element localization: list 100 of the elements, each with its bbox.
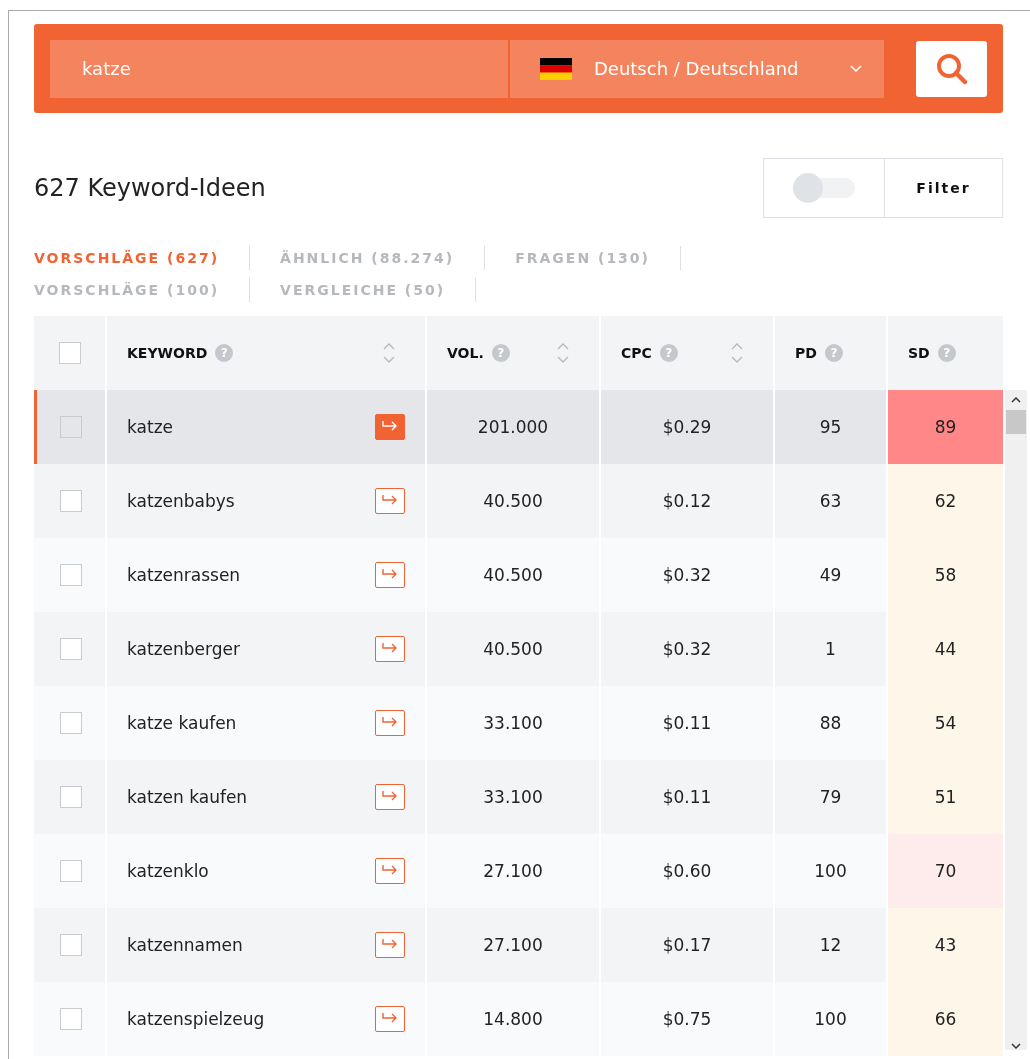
scrollbar[interactable] xyxy=(1005,390,1027,1050)
pd-text: 100 xyxy=(814,1009,847,1029)
table-row[interactable]: katzenklo 27.100 $0.60 100 70 xyxy=(34,834,1003,908)
sort-icon[interactable] xyxy=(557,342,569,364)
scroll-up-icon[interactable] xyxy=(1011,396,1021,404)
volume-text: 27.100 xyxy=(483,935,543,955)
row-checkbox[interactable] xyxy=(60,416,82,438)
keyword-text: katzenklo xyxy=(127,861,209,881)
open-keyword-button[interactable] xyxy=(375,932,405,958)
column-header: VOL. xyxy=(447,345,484,361)
sd-score-cell: 89 xyxy=(888,390,1003,464)
keyword-text: katze xyxy=(127,417,173,437)
open-keyword-button[interactable] xyxy=(375,636,405,662)
volume-text: 14.800 xyxy=(483,1009,543,1029)
table-row[interactable]: katze 201.000 $0.29 95 89 xyxy=(34,390,1003,464)
sd-score-cell: 51 xyxy=(888,760,1003,834)
tab[interactable]: VORSCHLÄGE (627) xyxy=(34,246,251,270)
keyword-input[interactable]: katze xyxy=(50,39,508,98)
help-icon[interactable]: ? xyxy=(659,344,678,362)
pd-text: 12 xyxy=(819,935,842,955)
table-row[interactable]: katzen kaufen 33.100 $0.11 79 51 xyxy=(34,760,1003,834)
sd-score-cell: 58 xyxy=(888,538,1003,612)
cpc-text: $0.12 xyxy=(662,491,712,511)
row-checkbox[interactable] xyxy=(60,490,82,512)
open-keyword-button[interactable] xyxy=(375,1006,405,1032)
open-keyword-button[interactable] xyxy=(375,562,405,588)
cpc-text: $0.60 xyxy=(662,861,712,881)
scrollbar-thumb[interactable] xyxy=(1006,410,1026,434)
tab[interactable]: ÄHNLICH (88.274) xyxy=(280,246,486,270)
table-row[interactable]: katzenspielzeug 14.800 $0.75 100 66 xyxy=(34,982,1003,1056)
row-checkbox[interactable] xyxy=(60,638,82,660)
pd-text: 1 xyxy=(825,639,836,659)
language-select[interactable]: Deutsch / Deutschland xyxy=(509,39,885,98)
volume-text: 33.100 xyxy=(483,713,543,733)
row-checkbox[interactable] xyxy=(60,1008,82,1030)
cpc-text: $0.29 xyxy=(662,417,712,437)
table-row[interactable]: katzennamen 27.100 $0.17 12 43 xyxy=(34,908,1003,982)
volume-text: 40.500 xyxy=(483,639,543,659)
volume-text: 33.100 xyxy=(483,787,543,807)
tab[interactable]: VERGLEICHE (50) xyxy=(280,278,477,302)
row-checkbox[interactable] xyxy=(60,564,82,586)
cpc-text: $0.11 xyxy=(662,713,712,733)
cpc-text: $0.32 xyxy=(662,565,712,585)
keyword-text: katzennamen xyxy=(127,935,243,955)
filter-toggle[interactable] xyxy=(793,173,855,203)
pd-text: 49 xyxy=(819,565,842,585)
select-all-checkbox[interactable] xyxy=(58,342,81,364)
cpc-text: $0.11 xyxy=(662,787,712,807)
tab[interactable]: VORSCHLÄGE (100) xyxy=(34,278,251,302)
keyword-text: katze kaufen xyxy=(127,713,237,733)
sd-score-cell: 44 xyxy=(888,612,1003,686)
keyword-text: katzenbabys xyxy=(127,491,235,511)
volume-text: 27.100 xyxy=(483,861,543,881)
cpc-text: $0.75 xyxy=(662,1009,712,1029)
keyword-text: katzenberger xyxy=(127,639,240,659)
sd-score-cell: 54 xyxy=(888,686,1003,760)
table-row[interactable]: katzenberger 40.500 $0.32 1 44 xyxy=(34,612,1003,686)
results-title: 627 Keyword-Ideen xyxy=(34,174,266,202)
flag-icon xyxy=(539,57,572,80)
scroll-down-icon[interactable] xyxy=(1011,1042,1021,1050)
cpc-text: $0.32 xyxy=(662,639,712,659)
table-row[interactable]: katze kaufen 33.100 $0.11 88 54 xyxy=(34,686,1003,760)
pd-text: 100 xyxy=(814,861,847,881)
cpc-text: $0.17 xyxy=(662,935,712,955)
pd-text: 88 xyxy=(819,713,842,733)
open-keyword-button[interactable] xyxy=(375,488,405,514)
keyword-text: katzen kaufen xyxy=(127,787,248,807)
row-checkbox[interactable] xyxy=(60,934,82,956)
sd-score-cell: 66 xyxy=(888,982,1003,1056)
open-keyword-button[interactable] xyxy=(375,784,405,810)
sd-score-cell: 62 xyxy=(888,464,1003,538)
volume-text: 40.500 xyxy=(483,491,543,511)
row-checkbox[interactable] xyxy=(60,786,82,808)
sort-icon[interactable] xyxy=(731,342,743,364)
help-icon[interactable]: ? xyxy=(937,344,956,362)
pd-text: 63 xyxy=(819,491,842,511)
pd-text: 95 xyxy=(819,417,842,437)
table-row[interactable]: katzenbabys 40.500 $0.12 63 62 xyxy=(34,464,1003,538)
open-keyword-button[interactable] xyxy=(375,710,405,736)
row-checkbox[interactable] xyxy=(60,712,82,734)
column-header: KEYWORD xyxy=(127,345,208,361)
help-icon[interactable]: ? xyxy=(215,344,234,362)
column-header: SD xyxy=(908,345,930,361)
open-keyword-button[interactable] xyxy=(375,858,405,884)
sort-icon[interactable] xyxy=(383,342,395,364)
tab[interactable]: FRAGEN (130) xyxy=(515,246,681,270)
open-keyword-button[interactable] xyxy=(375,414,405,440)
sd-score-cell: 70 xyxy=(888,834,1003,908)
table-row[interactable]: katzenrassen 40.500 $0.32 49 58 xyxy=(34,538,1003,612)
pd-text: 79 xyxy=(819,787,842,807)
help-icon[interactable]: ? xyxy=(824,344,843,362)
caret-icon xyxy=(850,64,863,73)
help-icon[interactable]: ? xyxy=(491,344,510,362)
keyword-text: katzenspielzeug xyxy=(127,1009,265,1029)
volume-text: 40.500 xyxy=(483,565,543,585)
search-icon xyxy=(934,51,969,86)
sd-score-cell: 43 xyxy=(888,908,1003,982)
row-checkbox[interactable] xyxy=(60,860,82,882)
search-button[interactable] xyxy=(916,40,987,97)
keyword-text: katzenrassen xyxy=(127,565,241,585)
